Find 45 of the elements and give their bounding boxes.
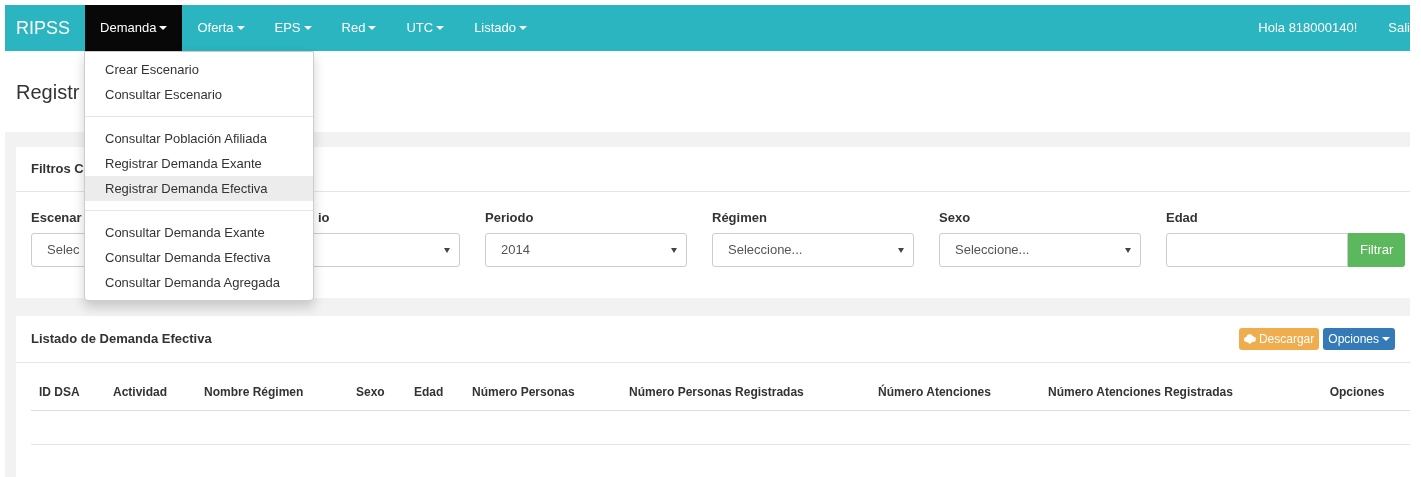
caret-icon (1125, 247, 1131, 253)
select-field[interactable]: Seleccione... (939, 233, 1141, 267)
menu-item[interactable]: Crear Escenario (85, 57, 313, 82)
menu-item[interactable]: Consultar Demanda Exante (85, 220, 313, 245)
field-label: Periodo (485, 208, 535, 227)
caret-icon (671, 247, 677, 253)
column-header: Edad (406, 371, 464, 411)
column-header: Número Personas (464, 371, 621, 411)
caret-icon (898, 247, 904, 253)
caret-icon (368, 26, 377, 30)
cloud-download-icon (1243, 334, 1256, 344)
column-header: Número Atenciones Registradas (1040, 371, 1303, 411)
column-header: Actividad (105, 371, 196, 411)
menu-item[interactable]: Consultar Población Afiliada (85, 126, 313, 151)
input-field[interactable] (1166, 233, 1348, 267)
caret-icon (436, 26, 445, 30)
caret-icon (519, 26, 528, 30)
column-header: Número Personas Registradas (621, 371, 870, 411)
select-field[interactable]: 2014 (485, 233, 687, 267)
column-header: ID DSA (31, 371, 105, 411)
column-header: Sexo (348, 371, 406, 411)
field-label: Sexo (939, 208, 972, 227)
caret-icon (444, 247, 450, 253)
field-label: io (317, 208, 331, 227)
column-header: Nombre Régimen (196, 371, 348, 411)
menu-item[interactable]: Consultar Demanda Efectiva (85, 245, 313, 270)
menu-item[interactable]: Consultar Demanda Agregada (85, 270, 313, 295)
page-title: Registr (16, 80, 80, 104)
field-label: Escenar (31, 208, 83, 227)
options-button[interactable]: Opciones (1323, 328, 1395, 350)
caret-icon (236, 26, 245, 30)
caret-icon (303, 26, 312, 30)
menu-item[interactable]: Consultar Escenario (85, 82, 313, 107)
caret-icon (1382, 337, 1390, 341)
field-label: Edad (1166, 208, 1199, 227)
field-label: Régimen (712, 208, 768, 227)
menu-item[interactable]: Registrar Demanda Exante (85, 151, 313, 176)
caret-icon (159, 26, 168, 30)
select-field[interactable]: Seleccione... (712, 233, 914, 267)
panel-title: Listado de Demanda Efectiva (31, 330, 212, 349)
column-header: Ńúmero Atenciones (870, 371, 1040, 411)
greeting-text: Hola 818000140! (1258, 19, 1358, 38)
column-header: Opciones (1303, 371, 1410, 411)
nav-menu[interactable]: Demanda (85, 5, 183, 51)
menu-item[interactable]: Registrar Demanda Efectiva (85, 176, 313, 201)
